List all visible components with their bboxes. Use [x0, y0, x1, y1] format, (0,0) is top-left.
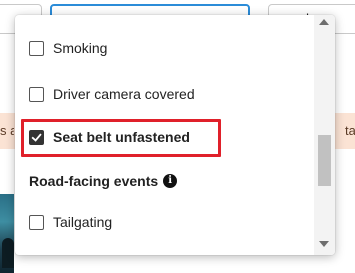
option-tailgating[interactable]: Tailgating: [29, 211, 112, 233]
option-seat-belt-unfastened[interactable]: Seat belt unfastened: [29, 126, 190, 148]
event-thumbnail[interactable]: [0, 194, 14, 273]
event-type-dropdown: Smoking Driver camera covered Seat belt …: [15, 15, 335, 255]
dropdown-scrollbar[interactable]: [314, 15, 335, 255]
section-heading-label: Road-facing events: [29, 173, 159, 189]
option-label: Seat belt unfastened: [53, 129, 190, 145]
scroll-up-arrow-icon[interactable]: [319, 19, 329, 25]
tailgating-checkbox[interactable]: [29, 214, 44, 230]
option-label: Driver camera covered: [53, 86, 195, 102]
banner-text-right: tak: [345, 123, 355, 138]
option-label: Tailgating: [53, 214, 113, 230]
banner-text-left: s a: [0, 123, 14, 138]
thumbnail-scenery: [2, 238, 14, 268]
seat-belt-unfastened-checkbox[interactable]: [29, 129, 44, 145]
scroll-down-arrow-icon[interactable]: [319, 241, 329, 247]
option-label: Smoking: [53, 40, 108, 56]
driver-camera-covered-checkbox[interactable]: [29, 86, 44, 102]
info-icon[interactable]: i: [163, 174, 178, 188]
scrollbar-thumb[interactable]: [318, 135, 331, 186]
checkmark-icon: [31, 132, 42, 142]
smoking-checkbox[interactable]: [29, 40, 44, 56]
option-driver-camera-covered[interactable]: Driver camera covered: [29, 83, 195, 105]
option-smoking[interactable]: Smoking: [29, 37, 107, 59]
road-facing-events-heading: Road-facing events i: [29, 171, 178, 191]
